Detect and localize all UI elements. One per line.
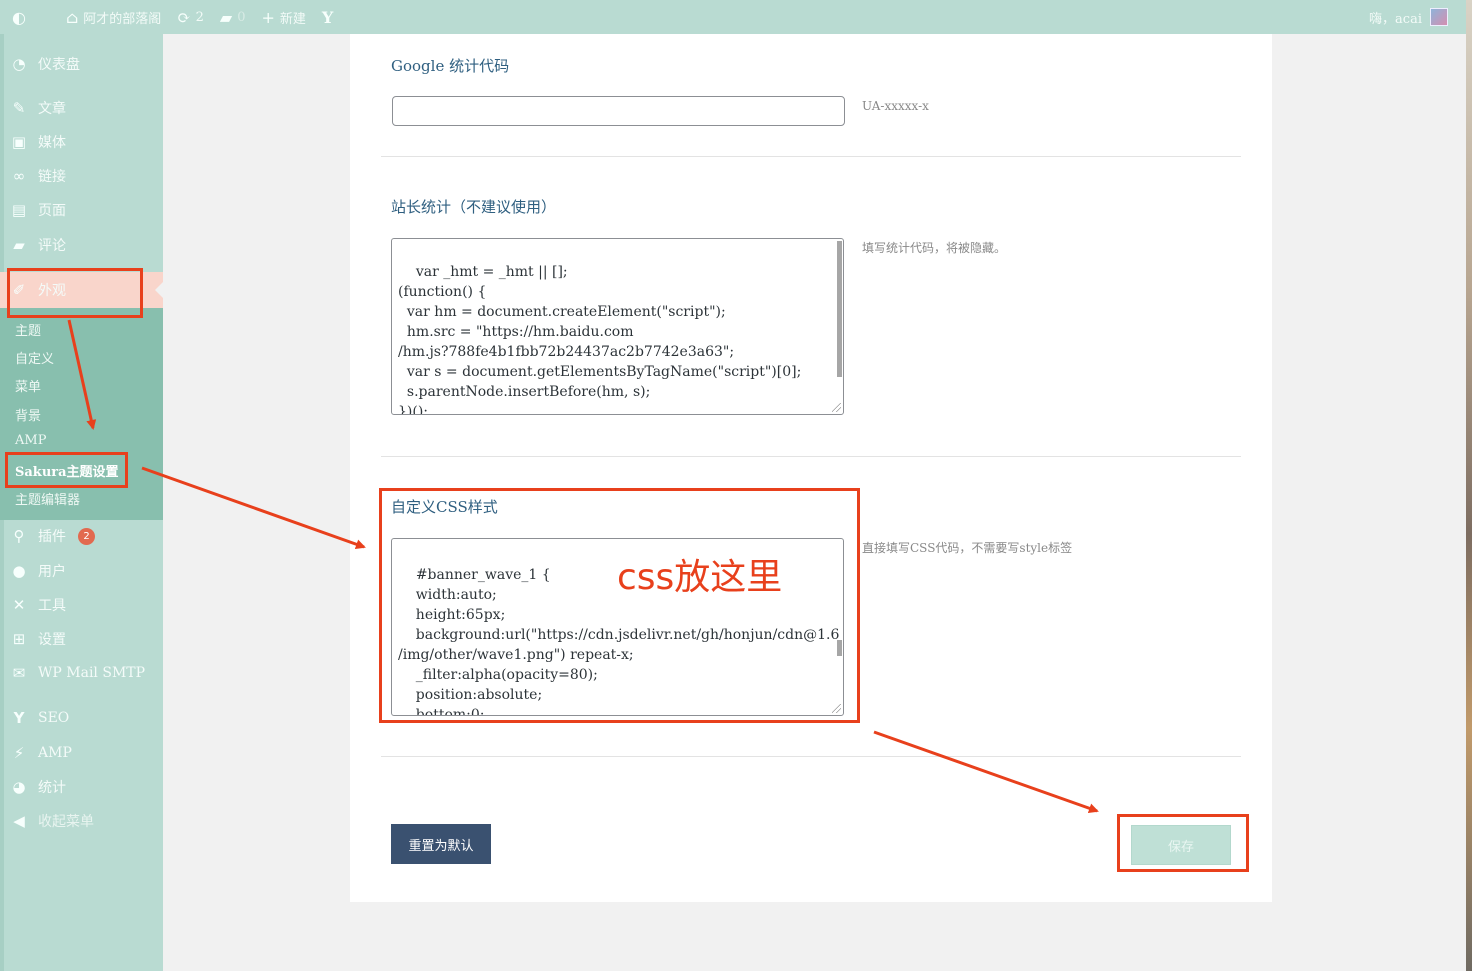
- yoast-icon: Y: [13, 709, 25, 727]
- section-divider: [381, 456, 1241, 457]
- sidebar-item-stats[interactable]: ◕ 统计: [10, 775, 66, 799]
- submenu-item-amp[interactable]: AMP: [15, 433, 46, 448]
- collapse-menu-button[interactable]: ◀ 收起菜单: [10, 809, 94, 833]
- site-name: 阿才的部落阁: [83, 11, 162, 27]
- sidebar-item-settings[interactable]: ⊞ 设置: [10, 627, 66, 651]
- dashboard-icon: ◔: [12, 55, 26, 73]
- submenu-item-background[interactable]: 背景: [15, 405, 41, 424]
- updates-count: 2: [195, 9, 204, 25]
- link-icon: ∞: [12, 167, 26, 185]
- google-analytics-title: Google 统计代码: [391, 57, 510, 75]
- sidebar-item-label: 设置: [38, 632, 66, 648]
- resize-handle[interactable]: [832, 403, 841, 412]
- refresh-icon: ⟳: [177, 7, 191, 27]
- sidebar-item-plugins[interactable]: ⚲ 插件 2: [10, 524, 95, 548]
- sidebar-item-users[interactable]: ● 用户: [10, 559, 66, 583]
- sidebar-item-comments[interactable]: ▰ 评论: [10, 233, 66, 257]
- annotation-box-appearance: [7, 268, 143, 318]
- amp-icon: ⚡: [13, 744, 25, 762]
- sidebar-item-label: WP Mail SMTP: [38, 665, 146, 681]
- wordpress-logo-button[interactable]: ◐: [0, 0, 34, 34]
- sidebar-item-media[interactable]: ▣ 媒体: [10, 130, 66, 154]
- baidu-stats-title: 站长统计（不建议使用）: [391, 198, 557, 216]
- sidebar-item-label: 统计: [38, 780, 66, 796]
- baidu-stats-textarea[interactable]: var _hmt = _hmt || []; (function() { var…: [391, 238, 844, 415]
- current-menu-pointer: [155, 282, 163, 298]
- site-name-link[interactable]: ⌂ 阿才的部落阁: [58, 0, 169, 34]
- my-account-link[interactable]: 嗨，acai: [1369, 0, 1448, 34]
- user-icon: ●: [12, 562, 26, 580]
- wordpress-logo-icon: ◐: [12, 7, 26, 27]
- comment-icon: ▰: [13, 236, 25, 254]
- admin-bar: ◐ ⌂ 阿才的部落阁 ⟳ 2 ▰ 0 + 新建 Y 嗨，acai: [0, 0, 1466, 34]
- annotation-box-sakura-settings: [5, 452, 128, 488]
- stats-icon: ◕: [12, 778, 26, 796]
- annotation-box-custom-css: [379, 488, 860, 723]
- submenu-item-theme-editor[interactable]: 主题编辑器: [15, 489, 80, 508]
- sidebar-item-label: SEO: [38, 710, 70, 726]
- comment-bubble-icon: ▰: [219, 7, 233, 27]
- sidebar-item-label: 工具: [38, 598, 66, 614]
- baidu-stats-code: var _hmt = _hmt || []; (function() { var…: [398, 264, 802, 415]
- annotation-box-save: [1117, 814, 1249, 872]
- sidebar-item-label: 插件: [38, 529, 66, 545]
- textarea-scrollbar[interactable]: [837, 241, 842, 377]
- submenu-item-menus[interactable]: 菜单: [15, 376, 41, 395]
- sidebar-item-label: 链接: [38, 169, 66, 185]
- plugin-update-badge: 2: [78, 527, 95, 545]
- submenu-item-themes[interactable]: 主题: [15, 320, 41, 339]
- yoast-icon: Y: [321, 7, 334, 27]
- plugin-icon: ⚲: [13, 527, 25, 545]
- page-icon: ▤: [11, 201, 27, 219]
- new-content-link[interactable]: + 新建: [253, 0, 313, 34]
- sidebar-item-amp[interactable]: ⚡ AMP: [10, 741, 72, 765]
- reset-defaults-button[interactable]: 重置为默认: [391, 824, 491, 864]
- yoast-menu-button[interactable]: Y: [314, 0, 341, 34]
- sidebar-item-tools[interactable]: ✕ 工具: [10, 593, 66, 617]
- custom-css-hint: 直接填写CSS代码，不需要写style标签: [862, 541, 1073, 555]
- settings-panel: [350, 34, 1272, 902]
- mail-icon: ✉: [12, 664, 26, 682]
- sidebar-item-label: 媒体: [38, 135, 66, 151]
- greeting-text: 嗨，acai: [1369, 11, 1422, 27]
- sidebar-item-seo[interactable]: Y SEO: [10, 706, 70, 730]
- sidebar-item-links[interactable]: ∞ 链接: [10, 164, 66, 188]
- sidebar-item-label: 仪表盘: [38, 57, 80, 73]
- sidebar-item-label: 页面: [38, 203, 66, 219]
- media-icon: ▣: [11, 133, 27, 151]
- collapse-icon: ◀: [13, 812, 25, 830]
- sidebar-item-label: 文章: [38, 101, 66, 117]
- home-icon: ⌂: [65, 7, 79, 27]
- section-divider: [381, 156, 1241, 157]
- sidebar-item-wp-mail-smtp[interactable]: ✉ WP Mail SMTP: [10, 661, 145, 685]
- annotation-label: css放这里: [617, 557, 783, 598]
- wrench-icon: ✕: [12, 596, 26, 614]
- pin-icon: ✎: [12, 99, 26, 117]
- sidebar-item-label: AMP: [38, 745, 72, 761]
- desktop-background-strip: [1466, 0, 1472, 971]
- avatar: [1430, 8, 1448, 26]
- sidebar-item-posts[interactable]: ✎ 文章: [10, 96, 66, 120]
- plus-icon: +: [261, 7, 275, 27]
- comments-link[interactable]: ▰ 0: [212, 0, 254, 34]
- browser-viewport: ◐ ⌂ 阿才的部落阁 ⟳ 2 ▰ 0 + 新建 Y 嗨，acai ◔ 仪表盘 ✎…: [0, 0, 1466, 971]
- sidebar-item-pages[interactable]: ▤ 页面: [10, 198, 66, 222]
- new-label: 新建: [279, 11, 306, 27]
- sidebar-item-label: 用户: [38, 564, 66, 580]
- sidebar-item-label: 收起菜单: [38, 814, 94, 830]
- baidu-stats-hint: 填写统计代码，将被隐藏。: [862, 241, 1007, 255]
- updates-link[interactable]: ⟳ 2: [169, 0, 212, 34]
- comments-count: 0: [237, 9, 246, 25]
- sidebar-item-dashboard[interactable]: ◔ 仪表盘: [10, 52, 80, 76]
- section-divider: [381, 756, 1241, 757]
- google-analytics-hint: UA-xxxxx-x: [862, 99, 929, 113]
- sidebar-item-label: 评论: [38, 238, 66, 254]
- submenu-item-customize[interactable]: 自定义: [15, 348, 54, 367]
- google-analytics-input[interactable]: [392, 96, 845, 126]
- settings-icon: ⊞: [12, 630, 26, 648]
- arrow-sakura-to-css: [141, 466, 366, 550]
